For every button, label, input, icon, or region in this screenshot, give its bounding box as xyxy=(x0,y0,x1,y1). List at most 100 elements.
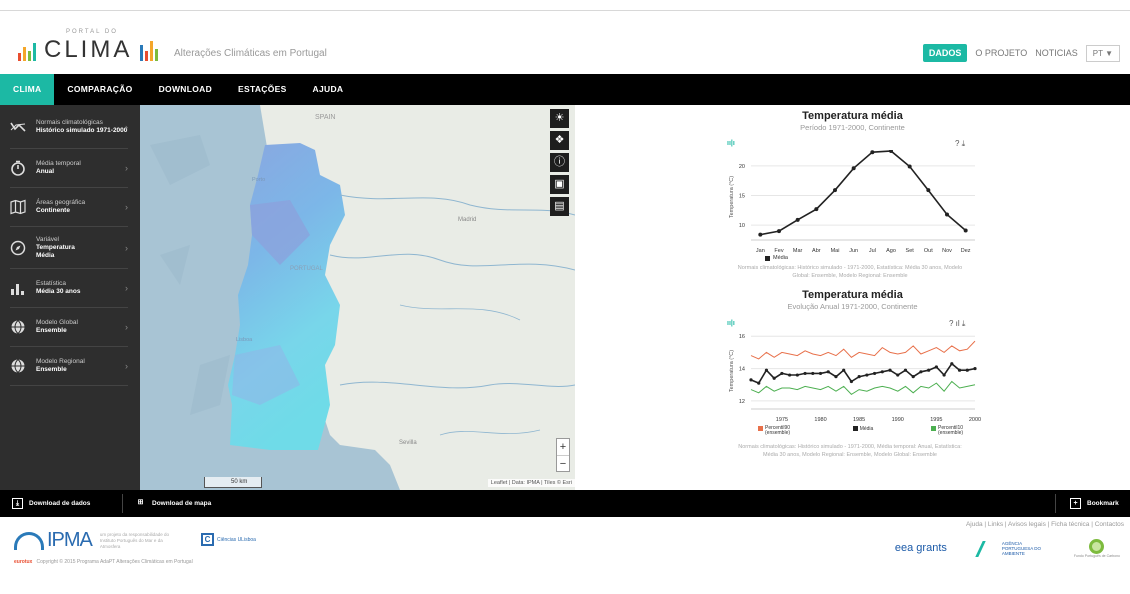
language-select[interactable]: PT ▼ xyxy=(1085,44,1120,62)
x-tick-label: Out xyxy=(924,248,933,254)
data-point xyxy=(865,373,869,377)
sidebar-item-variavel[interactable]: Variável Temperatura Média › xyxy=(10,227,128,269)
tab-download[interactable]: DOWNLOAD xyxy=(146,74,225,105)
download-data-icon: ⤓ xyxy=(12,498,23,509)
data-point xyxy=(795,373,799,377)
image-download-icon[interactable]: ▣ xyxy=(550,175,569,194)
fundo-carbono-logo[interactable]: Fundo Português de Carbono xyxy=(1074,539,1120,558)
data-point xyxy=(870,150,875,155)
zoom-in-button[interactable]: + xyxy=(557,439,569,455)
footer-links[interactable]: Ajuda | Links | Avisos legais | Ficha té… xyxy=(966,521,1124,528)
globe-icon xyxy=(10,358,26,374)
divider xyxy=(1055,494,1056,513)
legend-label: Percentil10 (ensemble) xyxy=(938,425,964,436)
x-tick-label: Ago xyxy=(886,248,896,254)
sidebar-item-media-temporal[interactable]: Média temporal Anual › xyxy=(10,149,128,188)
clock-icon xyxy=(10,160,26,176)
logo-bars-right xyxy=(140,39,159,61)
chart2-tools[interactable]: ? ıl ⤓ xyxy=(949,319,965,329)
tab-estacoes[interactable]: ESTAÇÕES xyxy=(225,74,300,105)
portal-logo[interactable]: PORTAL DO CLIMA xyxy=(18,29,159,65)
chart1-legend[interactable]: Média xyxy=(765,255,788,261)
x-tick-label: Mar xyxy=(793,248,803,254)
download-map-button[interactable]: ⊞ Download de mapa xyxy=(135,490,212,517)
legend-item[interactable]: Média xyxy=(852,426,873,436)
topnav-o-projeto[interactable]: O PROJETO xyxy=(975,48,1027,58)
tab-clima[interactable]: CLIMA xyxy=(0,74,55,105)
x-tick-label: Mai xyxy=(831,248,840,254)
chevron-right-icon: › xyxy=(125,242,128,253)
chart1-subtitle: Período 1971-2000, Continente xyxy=(800,123,905,132)
trend-icon xyxy=(10,119,26,135)
y-tick-label: 10 xyxy=(739,223,745,229)
legend-icon[interactable]: ▤ xyxy=(550,197,569,216)
map-view[interactable]: SPAIN PORTUGAL Madrid Sevilla Lisboa Por… xyxy=(140,105,575,490)
map-icon xyxy=(10,199,26,215)
series-line xyxy=(760,150,967,236)
sidebar-item-normais[interactable]: Normais climatológicas Histórico simulado… xyxy=(10,105,128,149)
apa-mark-icon xyxy=(975,540,999,557)
top-navigation: DADOS O PROJETO NOTICIAS PT ▼ xyxy=(922,44,1120,62)
logo-bars-left xyxy=(18,39,36,61)
topnav-noticias[interactable]: NOTICIAS xyxy=(1035,48,1078,58)
zoom-control: + − xyxy=(556,438,570,472)
bookmark-label: Bookmark xyxy=(1087,500,1119,507)
zoom-out-button[interactable]: − xyxy=(557,455,569,471)
chart2-note: Normais climatológicas: Histórico simula… xyxy=(738,444,962,458)
legend-swatch xyxy=(765,255,770,261)
sidebar-item-modelo-regional[interactable]: Modelo Regional Ensemble › xyxy=(10,347,128,386)
data-point xyxy=(851,166,856,171)
footer-toolbar: ⤓ Download de dados ⊞ Download de mapa + Bo… xyxy=(0,490,1130,517)
series-line xyxy=(750,380,976,396)
chart1-svg: 10 15 20 Temperatura (°C) Jan Fev Mar Abr Mai Jun… xyxy=(729,150,975,254)
eea-grants-logo[interactable]: eea grants xyxy=(895,543,947,554)
globe-icon xyxy=(10,319,26,335)
main-nav: CLIMA COMPARAÇÃO DOWNLOAD ESTAÇÕES AJUDA xyxy=(0,74,1130,105)
x-tick-label: Jul xyxy=(869,248,876,254)
map-label-madrid: Madrid xyxy=(458,217,476,223)
data-point xyxy=(945,212,949,217)
data-point xyxy=(777,229,781,234)
sun-icon[interactable]: ☀ xyxy=(550,109,569,128)
apa-logo[interactable]: AGÊNCIA PORTUGUESA DO AMBIENTE xyxy=(975,540,1042,557)
sidebar-item-areas[interactable]: Áreas geográfica Continente › xyxy=(10,188,128,227)
sidebar-item-estatistica[interactable]: Estatística Média 30 anos › xyxy=(10,269,128,308)
tagline: Alterações Climáticas em Portugal xyxy=(174,48,327,59)
chart1-tools[interactable]: ? ⤓ xyxy=(955,139,965,149)
tab-comparacao[interactable]: COMPARAÇÃO xyxy=(54,74,145,105)
map-label-lisboa: Lisboa xyxy=(236,337,253,343)
topnav-dados[interactable]: DADOS xyxy=(922,44,968,62)
y-tick-label: 12 xyxy=(739,399,745,405)
charts-panel: Temperatura média Período 1971-2000, Con… xyxy=(575,105,1130,490)
fundo-carbono-label: Fundo Português de Carbono xyxy=(1073,554,1120,558)
data-point xyxy=(907,164,912,169)
download-data-button[interactable]: ⤓ Download de dados xyxy=(12,490,90,517)
app: PORTAL DO CLIMA Alterações Climáticas em… xyxy=(0,0,1130,594)
series-line xyxy=(750,340,976,360)
ciencias-logo[interactable]: C Ciências ULisboa xyxy=(201,533,256,546)
eurotux-logo[interactable]: eurotux xyxy=(14,559,32,565)
data-point xyxy=(872,371,877,376)
bookmark-button[interactable]: + Bookmark xyxy=(1070,490,1119,517)
ipma-logo[interactable]: IPMA um projeto da responsabilidade do I… xyxy=(14,529,180,552)
legend-item[interactable]: Percentil10 (ensemble) xyxy=(931,426,968,436)
sidebar-value: Histórico simulado 1971-2000 xyxy=(36,126,128,134)
data-point xyxy=(826,370,830,374)
data-point xyxy=(788,373,792,377)
credits: eurotux Copyright © 2015 Programa AdaPT … xyxy=(14,559,193,565)
fundo-carbono-icon xyxy=(1089,539,1105,554)
chart-logo-icon: ıı|ı xyxy=(727,320,735,327)
sidebar-item-modelo-global[interactable]: Modelo Global Ensemble › xyxy=(10,308,128,347)
info-icon[interactable]: ⓘ xyxy=(550,153,569,172)
map-label-porto: Porto xyxy=(252,177,265,183)
map-label-portugal: PORTUGAL xyxy=(290,266,324,272)
chart2-legend: Percentil90 (ensemble) Média Percentil10… xyxy=(758,426,968,436)
x-tick-label: Jan xyxy=(756,248,765,254)
layers-icon[interactable]: ❖ xyxy=(550,131,569,150)
header: PORTAL DO CLIMA Alterações Climáticas em… xyxy=(0,11,1130,74)
legend-item[interactable]: Percentil90 (ensemble) xyxy=(758,426,795,436)
data-point xyxy=(834,375,838,379)
map-attribution[interactable]: Leaflet | Data: IPMA | Tiles © Esri xyxy=(487,479,575,487)
data-point xyxy=(911,375,915,379)
tab-ajuda[interactable]: AJUDA xyxy=(300,74,357,105)
